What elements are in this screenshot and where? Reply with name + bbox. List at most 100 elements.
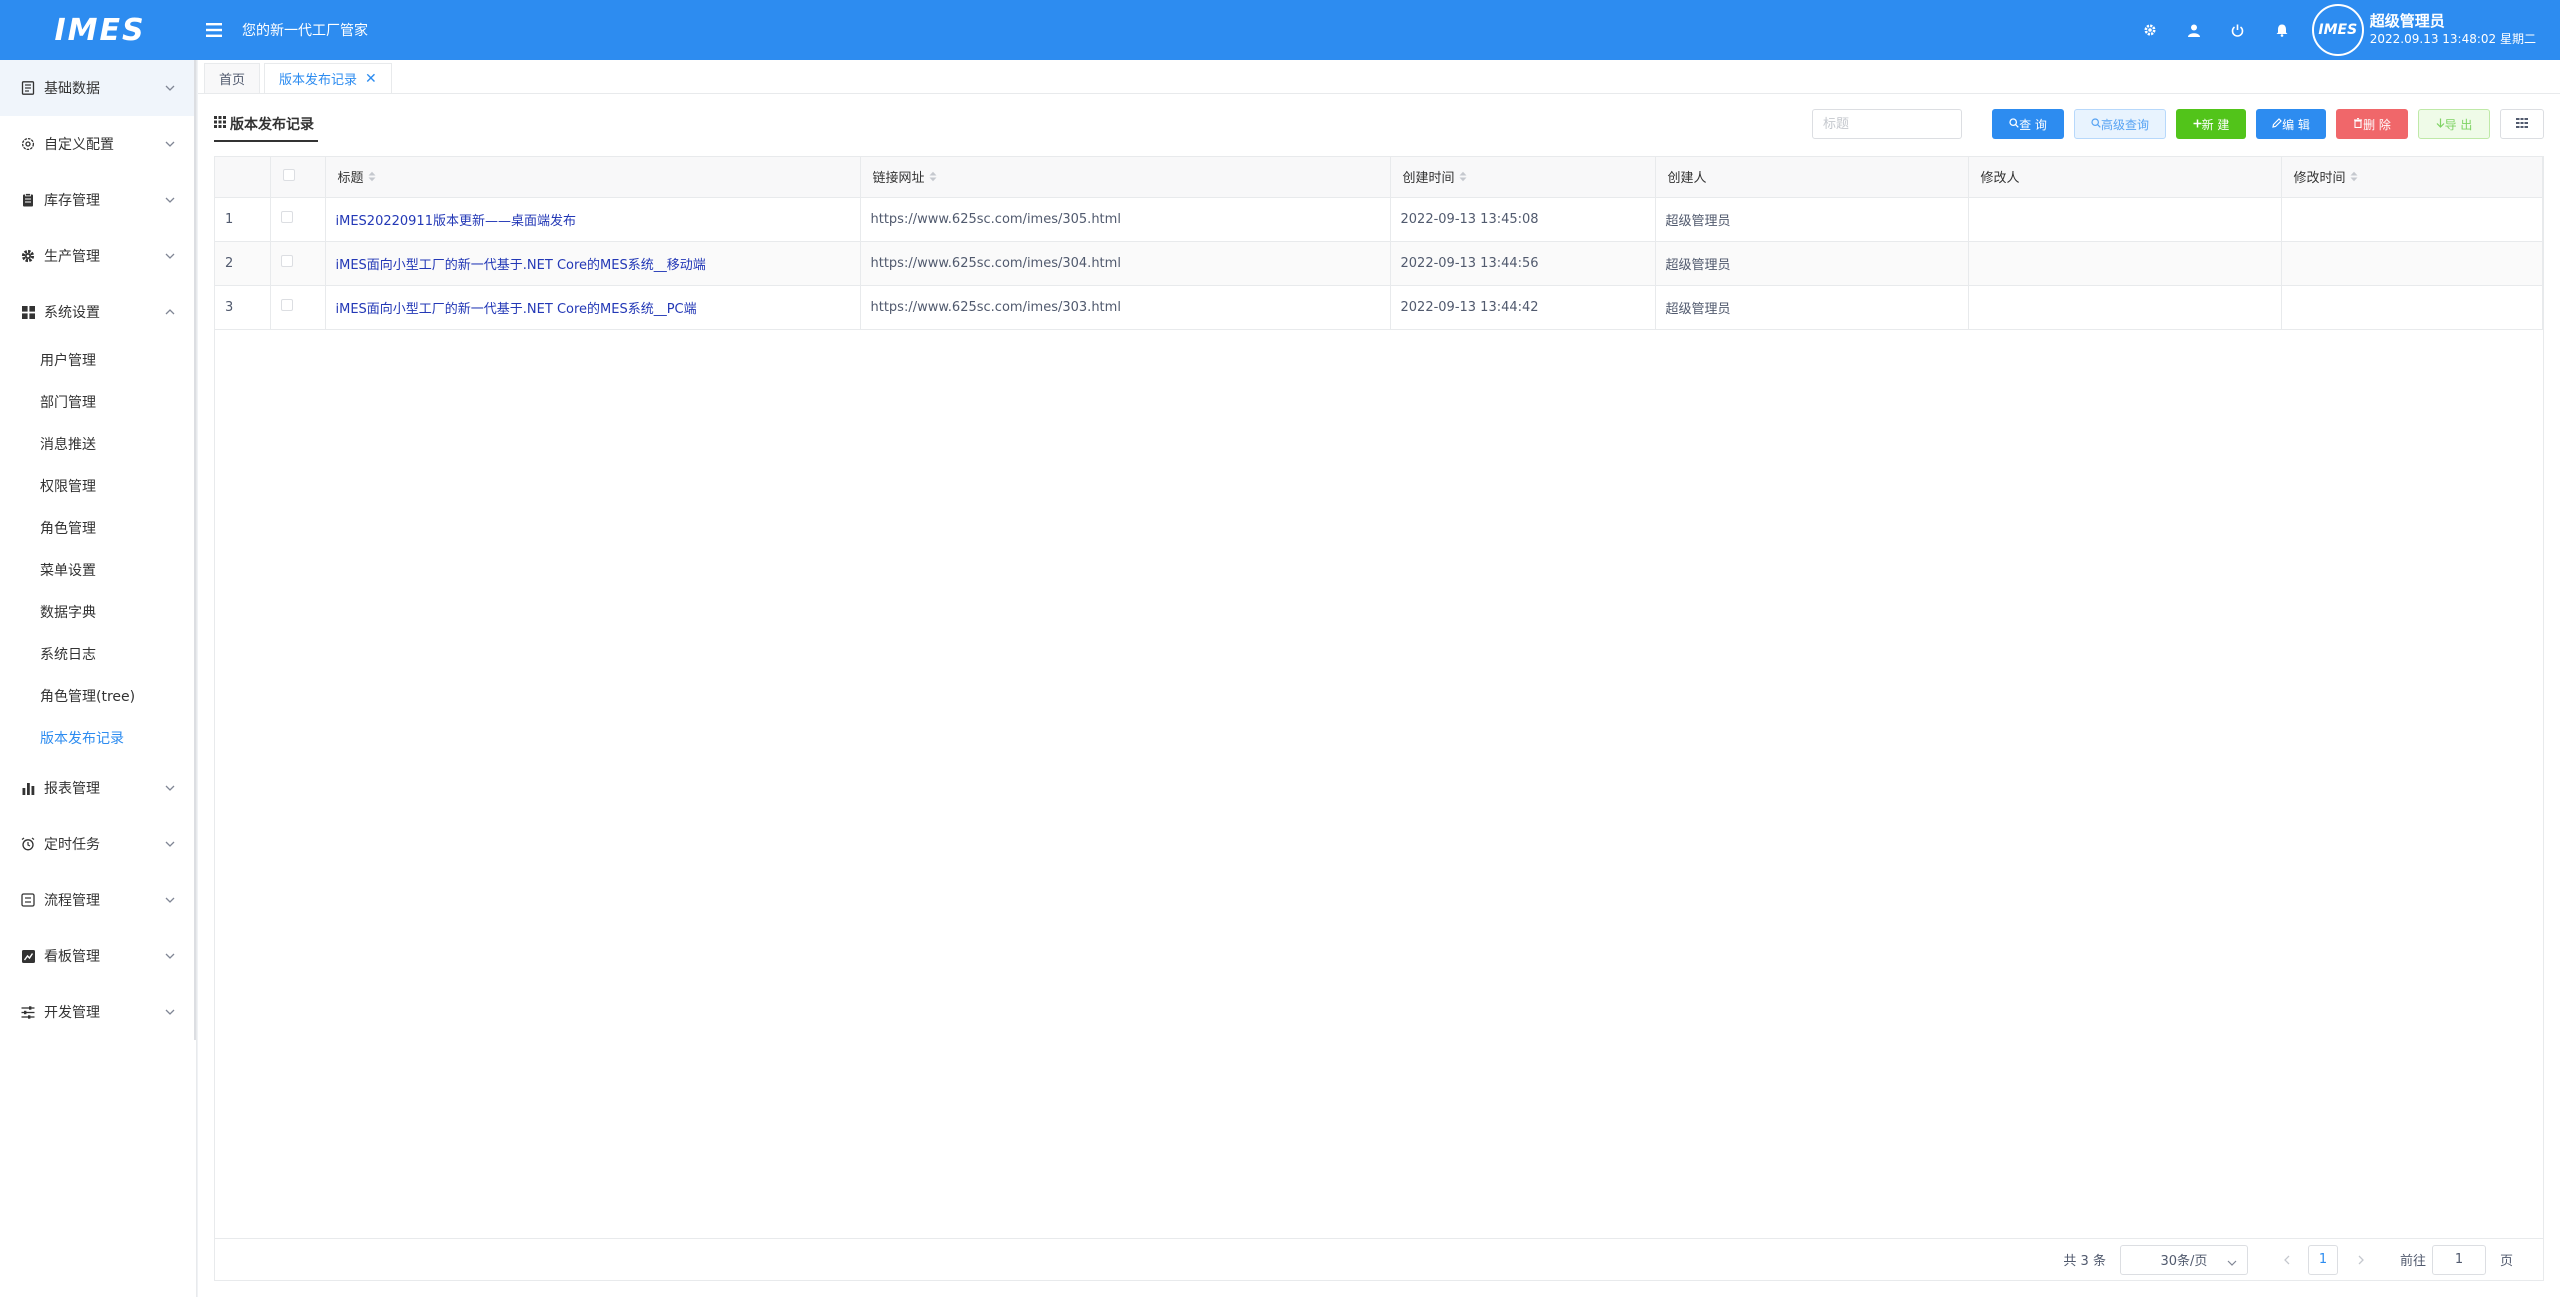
row-checkbox[interactable] [280,299,293,311]
page-number-button[interactable]: 1 [2307,1244,2338,1275]
tab-label: 版本发布记录 [279,73,358,88]
total-count: 共 3 条 [2063,1254,2106,1269]
tab-version-release-log[interactable]: 版本发布记录 ✕ [264,63,392,93]
sidebar-group-reports[interactable]: 报表管理 [0,760,196,816]
column-settings-button[interactable] [2500,109,2544,139]
top-header: IMES 您的新一代工厂管家 IMES 超级管理员 2022.09.13 13:… [0,0,2560,60]
page-title: 版本发布记录 [214,108,318,142]
page-jump-input[interactable] [2431,1244,2486,1275]
trend-icon [20,948,36,964]
row-url: https://www.625sc.com/imes/305.html [860,197,1391,242]
prev-page-button[interactable] [2272,1245,2302,1275]
sidebar-group-workflow[interactable]: 流程管理 [0,872,196,928]
delete-button[interactable]: 删 除 [2336,109,2408,139]
sort-icon[interactable] [929,171,937,186]
row-created-time: 2022-09-13 13:44:42 [1390,285,1656,330]
chevron-down-icon [2227,1255,2237,1270]
header-created-time[interactable]: 创建时间 [1390,157,1656,198]
chevron-down-icon [164,894,176,906]
row-checkbox[interactable] [280,255,293,267]
sidebar-item-message-push[interactable]: 消息推送 [0,424,196,466]
sidebar-group-label: 定时任务 [44,837,100,853]
sidebar-item-user-management[interactable]: 用户管理 [0,340,196,382]
table-row[interactable]: 1 iMES20220911版本更新——桌面端发布 https://www.62… [215,197,2543,242]
jump-label: 前往 [2399,1254,2426,1269]
chevron-down-icon [164,138,176,150]
power-icon[interactable] [2216,0,2260,60]
sidebar-group-basic-data[interactable]: 基础数据 [0,60,196,116]
sidebar-item-role-management-tree[interactable]: 角色管理(tree) [0,676,196,718]
row-creator: 超级管理员 [1655,197,1969,242]
sidebar-group-label: 自定义配置 [44,137,114,153]
page-size-select[interactable]: 30条/页 [2119,1244,2248,1275]
chevron-down-icon [164,82,176,94]
settings-gear-icon[interactable] [2128,0,2172,60]
row-creator: 超级管理员 [1655,285,1969,330]
sidebar-group-system-settings[interactable]: 系统设置 [0,284,196,340]
table-row[interactable]: 3 iMES面向小型工厂的新一代基于.NET Core的MES系统__PC端 h… [215,285,2543,330]
query-button[interactable]: 查 询 [1992,109,2064,139]
sidebar-item-system-log[interactable]: 系统日志 [0,634,196,676]
advanced-query-button[interactable]: 高级查询 [2074,109,2166,139]
new-button[interactable]: 新 建 [2176,109,2246,139]
sidebar-scrollbar[interactable] [194,60,196,1040]
sidebar-item-menu-settings[interactable]: 菜单设置 [0,550,196,592]
sidebar-item-version-release-log[interactable]: 版本发布记录 [0,718,196,760]
edit-button[interactable]: 编 辑 [2256,109,2326,139]
header-modified-time[interactable]: 修改时间 [2281,157,2543,198]
table-row[interactable]: 2 iMES面向小型工厂的新一代基于.NET Core的MES系统__移动端 h… [215,241,2543,286]
row-creator: 超级管理员 [1655,241,1969,286]
row-title-link[interactable]: iMES面向小型工厂的新一代基于.NET Core的MES系统__PC端 [325,285,861,330]
row-title-link[interactable]: iMES面向小型工厂的新一代基于.NET Core的MES系统__移动端 [325,241,861,286]
header-select-all [270,157,326,198]
title-search-input[interactable] [1812,109,1962,139]
list-grid-icon [2516,117,2528,131]
sidebar-group-dashboard[interactable]: 看板管理 [0,928,196,984]
header-title[interactable]: 标题 [325,157,861,198]
row-checkbox[interactable] [280,211,293,223]
user-info[interactable]: 超级管理员 2022.09.13 13:48:02 星期二 [2370,12,2536,48]
tab-home[interactable]: 首页 [204,63,261,93]
export-label: 导 出 [2444,117,2473,132]
sidebar-group-custom-config[interactable]: 自定义配置 [0,116,196,172]
chevron-down-icon [164,782,176,794]
sidebar-item-role-management[interactable]: 角色管理 [0,508,196,550]
sidebar-group-inventory[interactable]: 库存管理 [0,172,196,228]
app-logo[interactable]: IMES [0,0,200,60]
row-select [270,285,326,330]
row-title-link[interactable]: iMES20220911版本更新——桌面端发布 [325,197,861,242]
document-icon [20,80,36,96]
user-avatar[interactable]: IMES [2311,4,2364,56]
sort-icon[interactable] [368,171,376,186]
column-header-label: 创建人 [1667,171,1707,187]
export-button[interactable]: 导 出 [2418,109,2490,139]
close-icon[interactable]: ✕ [365,71,377,87]
plus-icon [2193,117,2202,131]
sidebar-group-production[interactable]: 生产管理 [0,228,196,284]
sort-icon[interactable] [2350,171,2358,186]
sidebar-group-label: 库存管理 [44,193,100,209]
next-page-button[interactable] [2346,1245,2376,1275]
user-icon[interactable] [2172,0,2216,60]
pencil-icon [2272,117,2282,131]
sort-icon[interactable] [1459,171,1467,186]
flow-icon [20,892,36,908]
bell-icon[interactable] [2260,0,2304,60]
select-all-checkbox[interactable] [282,168,295,181]
sidebar-item-permission-management[interactable]: 权限管理 [0,466,196,508]
sidebar-item-department-management[interactable]: 部门管理 [0,382,196,424]
sidebar-group-development[interactable]: 开发管理 [0,984,196,1040]
clipboard-icon [20,192,36,208]
grid-icon [214,116,226,132]
sidebar-group-scheduled-tasks[interactable]: 定时任务 [0,816,196,872]
table-header-row: 标题 链接网址 创建时间 创建人 修改人 修改时间 [215,157,2543,198]
chevron-down-icon [164,838,176,850]
chevron-down-icon [164,194,176,206]
row-created-time: 2022-09-13 13:44:56 [1390,241,1656,286]
chevron-up-icon [164,306,176,318]
header-url[interactable]: 链接网址 [860,157,1391,198]
menu-toggle-icon[interactable] [200,0,228,60]
row-select [270,197,326,242]
pagination: 共 3 条 30条/页 1 前往 页 [215,1238,2543,1280]
sidebar-item-data-dictionary[interactable]: 数据字典 [0,592,196,634]
